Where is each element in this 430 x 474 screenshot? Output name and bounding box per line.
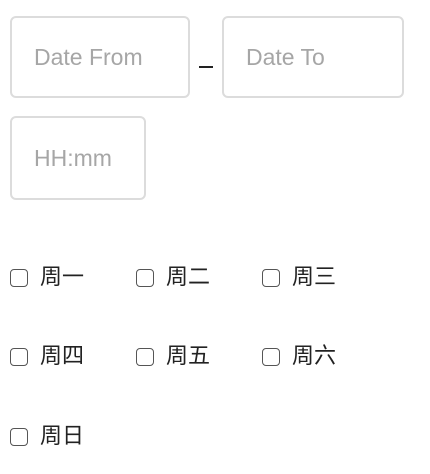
weekday-option-thu[interactable]: 周四 — [10, 342, 84, 372]
weekday-label: 周二 — [166, 265, 211, 290]
weekday-option-mon[interactable]: 周一 — [10, 263, 84, 293]
weekday-label: 周四 — [40, 344, 85, 369]
time-input[interactable] — [10, 116, 146, 200]
checkbox[interactable] — [262, 348, 280, 366]
date-to-input[interactable] — [222, 16, 404, 98]
weekday-option-sun[interactable]: 周日 — [10, 422, 84, 452]
schedule-form: 周一 周二 周三 周四 周五 周六 周日 — [0, 0, 430, 474]
weekday-option-sat[interactable]: 周六 — [262, 342, 336, 372]
checkbox[interactable] — [10, 428, 28, 446]
weekday-label: 周一 — [40, 265, 85, 290]
checkbox[interactable] — [10, 269, 28, 287]
weekday-label: 周日 — [40, 424, 85, 449]
weekday-option-wed[interactable]: 周三 — [262, 263, 336, 293]
weekday-label: 周五 — [166, 344, 211, 369]
date-from-input[interactable] — [10, 16, 190, 98]
checkbox[interactable] — [136, 348, 154, 366]
checkbox[interactable] — [136, 269, 154, 287]
date-range-separator — [199, 66, 213, 68]
checkbox[interactable] — [10, 348, 28, 366]
checkbox[interactable] — [262, 269, 280, 287]
weekday-option-fri[interactable]: 周五 — [136, 342, 210, 372]
weekday-option-tue[interactable]: 周二 — [136, 263, 210, 293]
weekday-label: 周三 — [292, 265, 337, 290]
weekday-label: 周六 — [292, 344, 337, 369]
